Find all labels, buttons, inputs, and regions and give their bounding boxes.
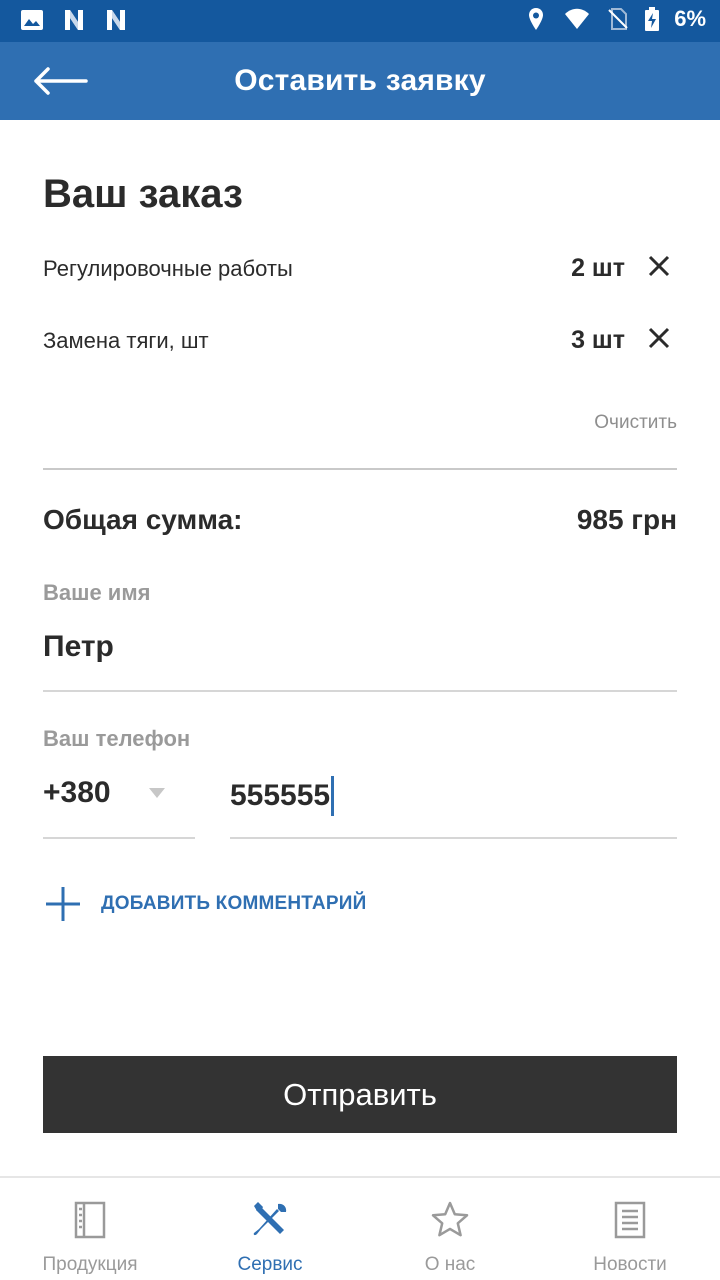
order-item-name: Регулировочные работы: [43, 256, 293, 281]
order-item-qty: 3 шт: [571, 326, 625, 354]
location-icon: [529, 8, 544, 30]
app-bar: Оставить заявку: [0, 42, 720, 120]
order-item: Регулировочные работы 2 шт: [43, 248, 677, 288]
order-title: Ваш заказ: [43, 172, 243, 216]
text-cursor: [331, 776, 335, 816]
n-notification-icon: [107, 10, 125, 30]
status-bar-system: 6%: [524, 6, 706, 32]
clear-button[interactable]: Очистить: [594, 412, 677, 434]
remove-item-button[interactable]: [643, 322, 675, 354]
name-field-label: Ваше имя: [43, 580, 151, 605]
country-code-select[interactable]: +380: [43, 776, 195, 816]
page-title: Оставить заявку: [234, 64, 486, 97]
wifi-icon: [565, 8, 590, 29]
country-code-value: +380: [43, 776, 111, 809]
tools-icon: [253, 1202, 287, 1236]
close-icon: [648, 255, 670, 277]
close-icon: [648, 327, 670, 349]
nav-item-about[interactable]: О нас: [360, 1178, 540, 1280]
nav-label: Продукция: [42, 1254, 138, 1275]
no-sim-icon: [608, 8, 628, 30]
bottom-navigation: Продукция Сервис О нас Новости: [0, 1176, 720, 1280]
nav-item-products[interactable]: Продукция: [0, 1178, 180, 1280]
order-item-name: Замена тяги, шт: [43, 328, 209, 353]
country-code-underline: [43, 837, 195, 839]
nav-label: Сервис: [237, 1254, 303, 1275]
battery-charging-icon: [645, 7, 660, 31]
submit-button[interactable]: Отправить: [43, 1056, 677, 1133]
name-input[interactable]: Петр: [43, 630, 677, 664]
divider: [43, 468, 677, 470]
status-bar-notifications: [20, 8, 128, 32]
star-icon: [431, 1201, 469, 1237]
book-icon: [74, 1201, 106, 1239]
phone-input[interactable]: 555555: [230, 776, 335, 816]
nav-item-news[interactable]: Новости: [540, 1178, 720, 1280]
name-input-underline: [43, 690, 677, 692]
dropdown-caret-icon: [149, 788, 165, 798]
add-comment-button[interactable]: ДОБАВИТЬ КОММЕНТАРИЙ: [43, 884, 366, 924]
order-item-qty: 2 шт: [571, 254, 625, 282]
status-bar: 6%: [0, 0, 720, 42]
phone-input-value: 555555: [230, 779, 331, 812]
plus-icon: [46, 887, 80, 921]
total-label: Общая сумма:: [43, 504, 243, 535]
nav-label: Новости: [593, 1254, 667, 1275]
add-comment-label: ДОБАВИТЬ КОММЕНТАРИЙ: [101, 893, 367, 914]
battery-percent: 6%: [674, 6, 706, 31]
order-item: Замена тяги, шт 3 шт: [43, 320, 677, 360]
image-icon: [21, 10, 43, 30]
phone-input-underline: [230, 837, 677, 839]
n-notification-icon: [65, 10, 83, 30]
nav-label: О нас: [424, 1254, 476, 1275]
total-value: 985 грн: [576, 504, 677, 535]
phone-field-label: Ваш телефон: [43, 726, 191, 751]
document-icon: [614, 1201, 646, 1239]
remove-item-button[interactable]: [643, 250, 675, 282]
nav-item-service[interactable]: Сервис: [180, 1178, 360, 1280]
